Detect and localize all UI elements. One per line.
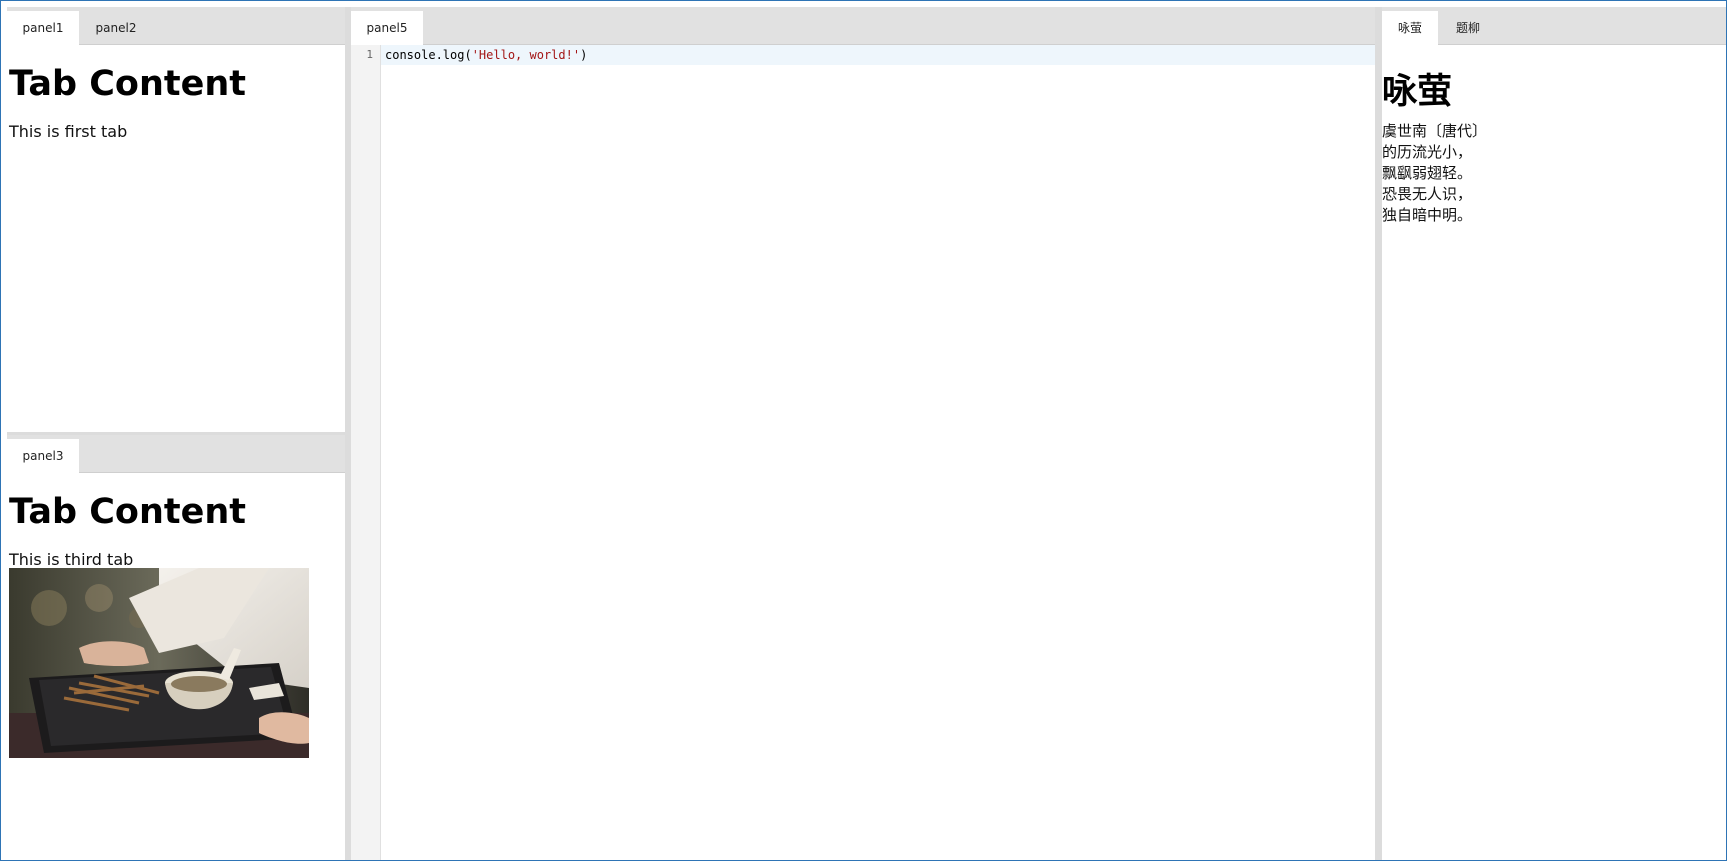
right-pane: 咏萤 题柳 咏萤 虞世南〔唐代〕 的历流光小， 飘飖弱翅轻。 恐畏无人识， 独自…: [1382, 7, 1726, 860]
left-bottom-pane: panel3 Tab Content This is third tab: [7, 435, 345, 860]
right-vertical-splitter[interactable]: [1375, 7, 1382, 860]
code-text[interactable]: console.log('Hello, world!'): [385, 48, 587, 62]
poem-line: 飘飖弱翅轻。: [1382, 164, 1473, 182]
tab-content-text: This is third tab: [9, 550, 134, 569]
tab-panel5[interactable]: panel5: [351, 11, 423, 45]
code-call: console.log(: [385, 48, 472, 62]
line-number: 1: [366, 48, 373, 61]
tab-panel2[interactable]: panel2: [81, 11, 151, 45]
tab-panel1[interactable]: panel1: [7, 11, 79, 45]
tab-poem-yongying[interactable]: 咏萤: [1382, 11, 1438, 45]
right-content: 咏萤 虞世南〔唐代〕 的历流光小， 飘飖弱翅轻。 恐畏无人识， 独自暗中明。: [1382, 45, 1726, 860]
poem-title: 咏萤: [1382, 72, 1453, 112]
photo-image: [9, 568, 309, 758]
app-window: panel1 panel2 Tab Content This is first …: [0, 0, 1727, 861]
left-bottom-content: Tab Content This is third tab: [7, 473, 345, 860]
editor-pane: panel5 1 console.log('Hello, world!'): [351, 7, 1375, 860]
poem-line: 恐畏无人识，: [1382, 185, 1473, 203]
tab-content-heading: Tab Content: [9, 492, 246, 532]
left-top-tabbar: panel1 panel2: [7, 7, 345, 45]
left-bottom-tabbar: panel3: [7, 435, 345, 473]
code-call-close: ): [580, 48, 588, 62]
poem-author: 虞世南〔唐代〕: [1382, 122, 1488, 140]
poem-line: 独自暗中明。: [1382, 206, 1473, 224]
tab-poem-tiliu[interactable]: 题柳: [1440, 11, 1496, 45]
tab-panel3[interactable]: panel3: [7, 439, 79, 473]
editor-tabbar: panel5: [351, 7, 1375, 45]
line-number-gutter: 1: [351, 45, 381, 860]
active-code-line[interactable]: console.log('Hello, world!'): [381, 45, 1375, 65]
poem-line: 的历流光小，: [1382, 143, 1473, 161]
tab-content-text: This is first tab: [9, 122, 128, 141]
tab-content-heading: Tab Content: [9, 64, 246, 104]
tea-tray-photo: [9, 568, 309, 758]
left-top-content: Tab Content This is first tab: [7, 45, 345, 432]
code-string-literal: 'Hello, world!': [471, 48, 581, 62]
left-top-pane: panel1 panel2 Tab Content This is first …: [7, 7, 345, 432]
right-tabbar: 咏萤 题柳: [1382, 7, 1726, 45]
